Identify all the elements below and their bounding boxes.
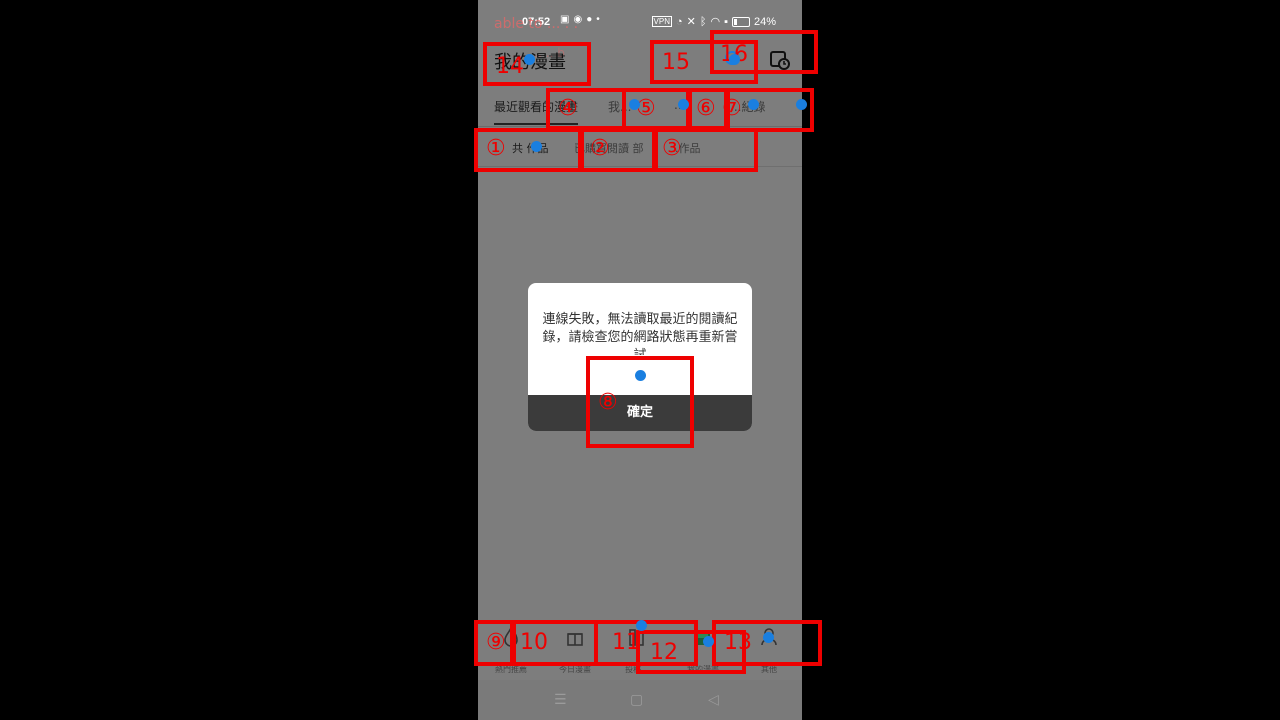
- annotation-label: ⑦: [722, 96, 742, 121]
- annotation-dot: [629, 99, 640, 110]
- status-right: VPN ◔ ✕ ᛒ ◠ ▪ 24%: [651, 15, 776, 28]
- annotation-label: 11: [612, 630, 640, 655]
- annotation-label: ②: [590, 136, 610, 161]
- battery-icon: [731, 16, 750, 27]
- system-nav-bar: ☰ ▢ ◁: [478, 680, 802, 720]
- annotation-label: ⑧: [598, 390, 618, 415]
- annotation-label: 12: [650, 640, 678, 665]
- sim-icon: ▪: [724, 15, 728, 28]
- speed-icon: ◔: [675, 15, 683, 28]
- annotation-label: 10: [520, 630, 548, 655]
- battery-percent: 24%: [753, 15, 776, 28]
- annotation-label: ③: [662, 136, 682, 161]
- annotation-dot: [796, 99, 807, 110]
- dialog-message: 連線失敗，無法讀取最近的閱讀紀錄，請檢查您的網路狀態再重新嘗試: [542, 312, 738, 355]
- overlay-text-1: able to ... . .: [494, 16, 579, 32]
- annotation-label: 13: [724, 630, 752, 655]
- annotation-dot: [635, 370, 646, 381]
- bluetooth-icon: ᛒ: [699, 15, 707, 28]
- annotation-label: 15: [662, 50, 690, 75]
- annotation-dot: [678, 99, 689, 110]
- annotation-dot: [763, 632, 774, 643]
- annotation-dot: [636, 620, 647, 631]
- notification-icon: ●: [586, 14, 593, 25]
- annotation-dot: [531, 141, 542, 152]
- annotation-label: ④: [558, 96, 578, 121]
- annotation-dot: [703, 636, 714, 647]
- back-icon[interactable]: ◁: [708, 692, 719, 708]
- annotation-dot: [748, 99, 759, 110]
- annotation-label: 14: [496, 54, 524, 79]
- annotation-dot: [524, 54, 535, 65]
- annotation-dot: [729, 54, 740, 65]
- annotation-label: ⑥: [696, 96, 716, 121]
- menu-icon[interactable]: ☰: [554, 692, 567, 708]
- mute-icon: ✕: [686, 16, 696, 28]
- home-icon[interactable]: ▢: [630, 692, 643, 708]
- vpn-badge: VPN: [651, 16, 672, 27]
- annotation-label: ⑨: [486, 630, 506, 655]
- annotation-label: ①: [486, 136, 506, 161]
- dot-icon: •: [596, 14, 600, 25]
- wifi-icon: ◠: [710, 16, 721, 28]
